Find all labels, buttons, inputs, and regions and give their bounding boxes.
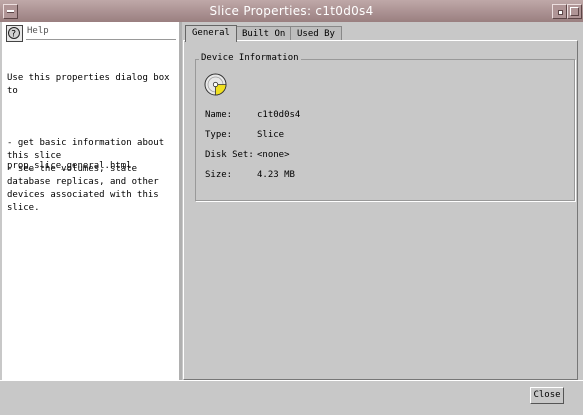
help-title: Help bbox=[27, 26, 49, 36]
properties-content: General Built On Used By Device Informat… bbox=[182, 22, 580, 380]
help-bullets: - get basic information about this slice… bbox=[7, 138, 165, 213]
help-divider bbox=[26, 39, 176, 40]
field-value-type: Slice bbox=[257, 130, 285, 140]
dialog-frame: ? Help Use this properties dialog box to… bbox=[0, 22, 583, 415]
field-label: Name: bbox=[205, 110, 233, 120]
help-intro: Use this properties dialog box to bbox=[7, 73, 170, 96]
maximize-button[interactable] bbox=[567, 4, 582, 19]
button-bar: Close bbox=[0, 380, 583, 415]
field-value-name: c1t0d0s4 bbox=[257, 110, 301, 120]
disk-slice-icon bbox=[204, 73, 227, 96]
device-information-legend: Device Information bbox=[199, 53, 301, 63]
minimize-icon bbox=[558, 10, 563, 15]
device-information-group: Device Information Name: c1t0d0s4 Type: … bbox=[195, 53, 575, 201]
field-value-disk-set: <none> bbox=[257, 150, 290, 160]
field-label: Size: bbox=[205, 170, 233, 180]
tab-used-by[interactable]: Used By bbox=[290, 26, 342, 41]
field-label: Disk Set: bbox=[205, 150, 254, 160]
minimize-button[interactable] bbox=[552, 4, 567, 19]
field-value-size: 4.23 MB bbox=[257, 170, 295, 180]
field-label: Type: bbox=[205, 130, 233, 140]
help-text: Use this properties dialog box to - get … bbox=[7, 59, 177, 228]
general-tab-panel: Device Information Name: c1t0d0s4 Type: … bbox=[183, 40, 578, 380]
help-file-link[interactable]: prop_slice_general.html bbox=[7, 161, 132, 171]
window-title: Slice Properties: c1t0d0s4 bbox=[209, 4, 374, 18]
maximize-icon bbox=[570, 7, 579, 16]
close-button[interactable]: Close bbox=[530, 387, 564, 404]
tab-built-on[interactable]: Built On bbox=[235, 26, 293, 41]
help-pane: ? Help Use this properties dialog box to… bbox=[2, 22, 182, 380]
svg-text:?: ? bbox=[11, 30, 16, 40]
tab-general[interactable]: General bbox=[185, 25, 237, 42]
help-icon[interactable]: ? bbox=[6, 25, 23, 42]
title-bar[interactable]: Slice Properties: c1t0d0s4 bbox=[0, 0, 583, 23]
